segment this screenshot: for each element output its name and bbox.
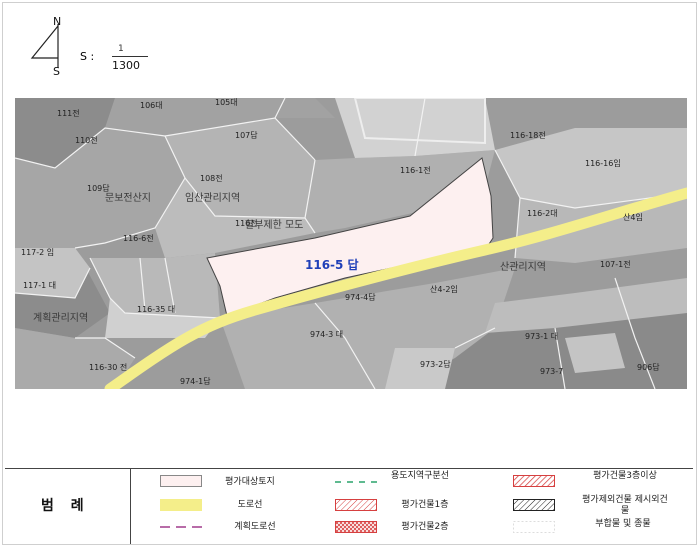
parcel-label: 108전 (200, 173, 223, 183)
legend-title: 범 례 (41, 498, 90, 514)
subject-parcel-label: 116-5 답 (305, 257, 359, 272)
north-label: N (53, 15, 62, 28)
legend-label-road: 도로선 (237, 500, 263, 510)
parcel-block (565, 333, 625, 373)
south-label: S (53, 65, 60, 78)
scale-numerator: 1 (118, 44, 124, 54)
legend-label-subject-land: 평가대상토지 (225, 477, 275, 487)
legend-label-zoning-line: 용도지역구분선 (391, 471, 449, 481)
parcel-block (335, 98, 495, 158)
parcel-label: 117-2 임 (21, 248, 54, 257)
legend-label-excluded-building: 평가제외건물 제시외건물 (582, 495, 668, 516)
parcel-label: 116-18전 (510, 130, 546, 140)
parcel-label: 107답 (235, 130, 258, 140)
parcel-label: 117-1 대 (23, 281, 56, 290)
map-canvas: 106대 105대 111전 107답 110전 108전 109답 116-1… (15, 98, 687, 389)
subject-land-swatch (160, 475, 202, 487)
parcel-label: 116-16임 (585, 159, 621, 168)
parcel-label: 974-3 대 (310, 330, 343, 339)
building-2f-swatch (335, 521, 377, 533)
road-swatch (160, 499, 202, 511)
parcel-label: 산4-2임 (430, 284, 458, 294)
legend-label-building-1f: 평가건물1층 (401, 500, 449, 510)
zone-label: 계획관리지역 (33, 312, 88, 324)
parcel-label: 107-1전 (600, 259, 631, 269)
zone-label: 임산관리지역 (185, 191, 240, 204)
parcel-label: 116-6전 (123, 233, 154, 243)
north-arrow-icon (30, 24, 59, 68)
legend: 범 례 평가대상토지 용도지역구분선 평가건물3층이상 도로선 평가건물1층 평… (5, 468, 693, 544)
building-1f-swatch (335, 499, 377, 511)
excluded-building-swatch (513, 499, 555, 511)
scale-denominator: 1300 (112, 59, 140, 72)
parcel-label: 973-2답 (420, 359, 451, 369)
zoning-line-swatch (335, 481, 377, 483)
parcel-label: 973-1 대 (525, 332, 558, 341)
parcel-label: 106대 (140, 101, 163, 110)
parcel-label: 111전 (57, 108, 80, 118)
parcel-label: 906답 (637, 362, 660, 372)
parcel-label: 973-7 (540, 367, 563, 376)
legend-label-planned-road: 계획도로선 (234, 522, 276, 532)
parcel-label: 116-1전 (400, 165, 431, 175)
parcel-label: 116-30 전 (89, 362, 127, 372)
parcel-label: 974-1답 (180, 376, 211, 386)
parcel-label: 산4임 (623, 212, 643, 222)
scale-fraction-bar (112, 56, 148, 57)
parcel-label: 110전 (75, 135, 98, 145)
parcel-label: 109답 (87, 183, 110, 193)
appurtenance-swatch (513, 521, 555, 533)
parcel-label: 116-2대 (527, 209, 558, 218)
legend-label-building-2f: 평가건물2층 (401, 522, 449, 532)
parcel-label: 105대 (215, 98, 238, 107)
cadastral-map[interactable]: 106대 105대 111전 107답 110전 108전 109답 116-1… (15, 98, 687, 389)
zone-label: 산관리지역 (500, 261, 546, 273)
zone-label: 할부제한 모도 (245, 219, 303, 231)
legend-label-appurtenance: 부합물 및 종물 (595, 519, 651, 529)
parcel-label: 974-4답 (345, 292, 376, 302)
zone-label: 문보전산지 (105, 192, 151, 204)
building-3f-swatch (513, 475, 555, 487)
scale-label: S : (80, 50, 95, 63)
legend-title-cell: 범 례 (5, 469, 131, 544)
parcel-label: 116-35 대 (137, 305, 175, 314)
planned-road-swatch (160, 526, 202, 528)
legend-label-building-3f: 평가건물3층이상 (593, 471, 657, 481)
